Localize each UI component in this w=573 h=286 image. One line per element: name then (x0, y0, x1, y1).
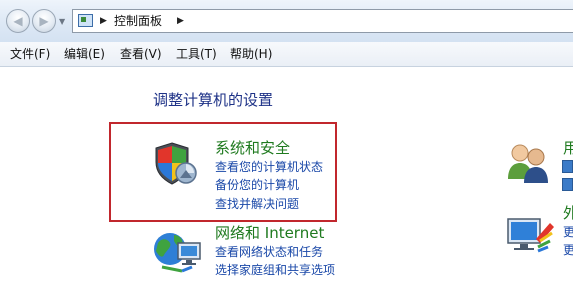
control-panel-icon (78, 14, 93, 27)
link-homegroup-sharing[interactable]: 选择家庭组和共享选项 (215, 263, 335, 277)
breadcrumb-separator-icon[interactable]: ▶ (177, 15, 184, 27)
link-view-computer-status[interactable]: 查看您的计算机状态 (215, 160, 323, 174)
network-globe-icon[interactable] (152, 227, 204, 277)
recent-pages-dropdown-icon[interactable]: ▼ (59, 17, 65, 26)
breadcrumb-control-panel[interactable]: 控制面板 (114, 14, 162, 28)
category-user-accounts-title[interactable]: 用 (563, 139, 573, 157)
breadcrumb-separator-icon[interactable]: ▶ (100, 15, 107, 27)
forward-arrow-icon: ▶ (39, 14, 49, 28)
menu-bar: 文件(F) 编辑(E) 查看(V) 工具(T) 帮助(H) (0, 42, 573, 67)
menu-tools[interactable]: 工具(T) (176, 46, 217, 62)
appearance-icon[interactable] (506, 213, 556, 261)
back-button[interactable]: ◀ (6, 9, 30, 33)
menu-help[interactable]: 帮助(H) (230, 46, 272, 62)
address-bar[interactable]: ▶ 控制面板 ▶ (72, 9, 573, 33)
menu-file[interactable]: 文件(F) (10, 46, 50, 62)
user-accounts-icon[interactable] (506, 139, 552, 185)
menu-edit[interactable]: 编辑(E) (64, 46, 105, 62)
shield-security-icon[interactable] (152, 140, 202, 190)
shield-small-icon (562, 178, 573, 191)
category-appearance-title[interactable]: 外 (563, 204, 573, 222)
link-view-network-status[interactable]: 查看网络状态和任务 (215, 245, 323, 259)
shield-small-icon (562, 160, 573, 173)
page-title: 调整计算机的设置 (153, 91, 274, 109)
link-find-fix-problems[interactable]: 查找并解决问题 (215, 197, 299, 211)
link-backup-computer[interactable]: 备份您的计算机 (215, 178, 299, 192)
category-network-internet-title[interactable]: 网络和 Internet (215, 224, 324, 242)
back-arrow-icon: ◀ (13, 14, 23, 28)
category-system-security-title[interactable]: 系统和安全 (215, 139, 290, 157)
control-panel-content: 调整计算机的设置 系统和安全 查看您的计算机状态 备份您的计算机 查找并解决问题… (0, 67, 573, 286)
link-appearance-1[interactable]: 更 (563, 225, 573, 239)
forward-button[interactable]: ▶ (32, 9, 56, 33)
navigation-bar: ◀ ▶ ▼ ▶ 控制面板 ▶ (0, 0, 573, 42)
menu-view[interactable]: 查看(V) (120, 46, 162, 62)
link-appearance-2[interactable]: 更 (563, 243, 573, 257)
